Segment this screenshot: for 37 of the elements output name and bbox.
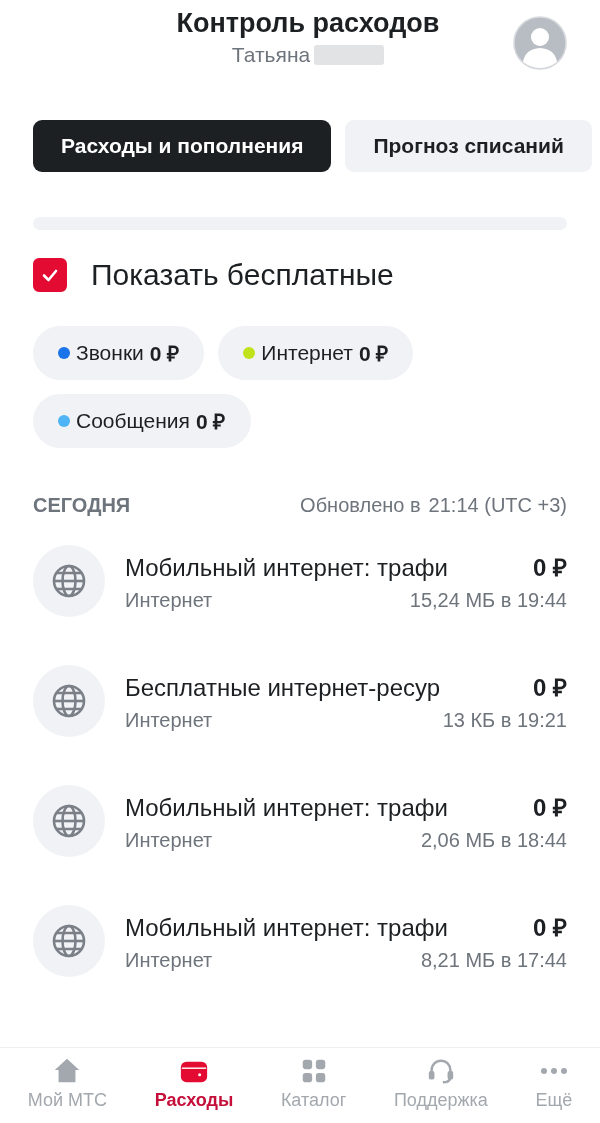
updated-time: 21:14 (UTC +3)	[428, 494, 567, 517]
transaction-detail: 15,24 МБ в 19:44	[409, 589, 567, 612]
transaction-title[interactable]: Бесплатные интернет-ресур	[125, 674, 441, 702]
category-label: Сообщения	[76, 409, 190, 433]
tab[interactable]: Расходы и пополнения	[33, 120, 332, 172]
transaction-title[interactable]: Мобильный интернет: трафи	[125, 914, 448, 942]
category-amount: 0 ₽	[149, 341, 180, 367]
page-title: Контроль расходов	[176, 8, 440, 39]
checkbox[interactable]	[33, 258, 67, 292]
transaction-amount: 0 ₽	[533, 673, 567, 703]
more-icon	[540, 1068, 567, 1074]
category-chip[interactable]: Интернет 0 ₽	[218, 326, 414, 380]
transaction-detail: 2,06 МБ в 18:44	[420, 829, 567, 852]
updated-label: Обновлено в	[300, 494, 421, 517]
transaction-title[interactable]: Мобильный интернет: трафи	[125, 794, 448, 822]
transaction-title[interactable]: Мобильный интернет: трафи	[125, 554, 448, 582]
category-chip[interactable]: Звонки 0 ₽	[33, 326, 205, 380]
transaction-category: Интернет	[125, 949, 213, 972]
user-name: Татьяна	[231, 43, 311, 67]
transaction-detail: 8,21 МБ в 17:44	[420, 949, 567, 972]
category-label: Интернет	[261, 341, 353, 365]
redaction-blur	[314, 45, 385, 65]
category-label: Звонки	[76, 341, 144, 365]
transaction-amount: 0 ₽	[533, 793, 567, 823]
transaction-amount: 0 ₽	[533, 553, 567, 583]
transaction-detail: 13 КБ в 19:21	[442, 709, 567, 732]
section-title: СЕГОДНЯ	[33, 494, 132, 517]
transaction-category: Интернет	[125, 589, 213, 612]
transaction-category: Интернет	[125, 709, 213, 732]
transaction-category: Интернет	[125, 829, 213, 852]
nav-item[interactable]: Расходы	[152, 1048, 236, 1123]
checkbox-label: Показать бесплатные	[91, 258, 394, 292]
transaction-amount: 0 ₽	[533, 913, 567, 943]
category-amount: 0 ₽	[358, 341, 389, 367]
category-chip[interactable]: Сообщения 0 ₽	[33, 394, 251, 448]
tab[interactable]: Прогноз списаний	[345, 120, 592, 172]
category-amount: 0 ₽	[196, 409, 226, 435]
